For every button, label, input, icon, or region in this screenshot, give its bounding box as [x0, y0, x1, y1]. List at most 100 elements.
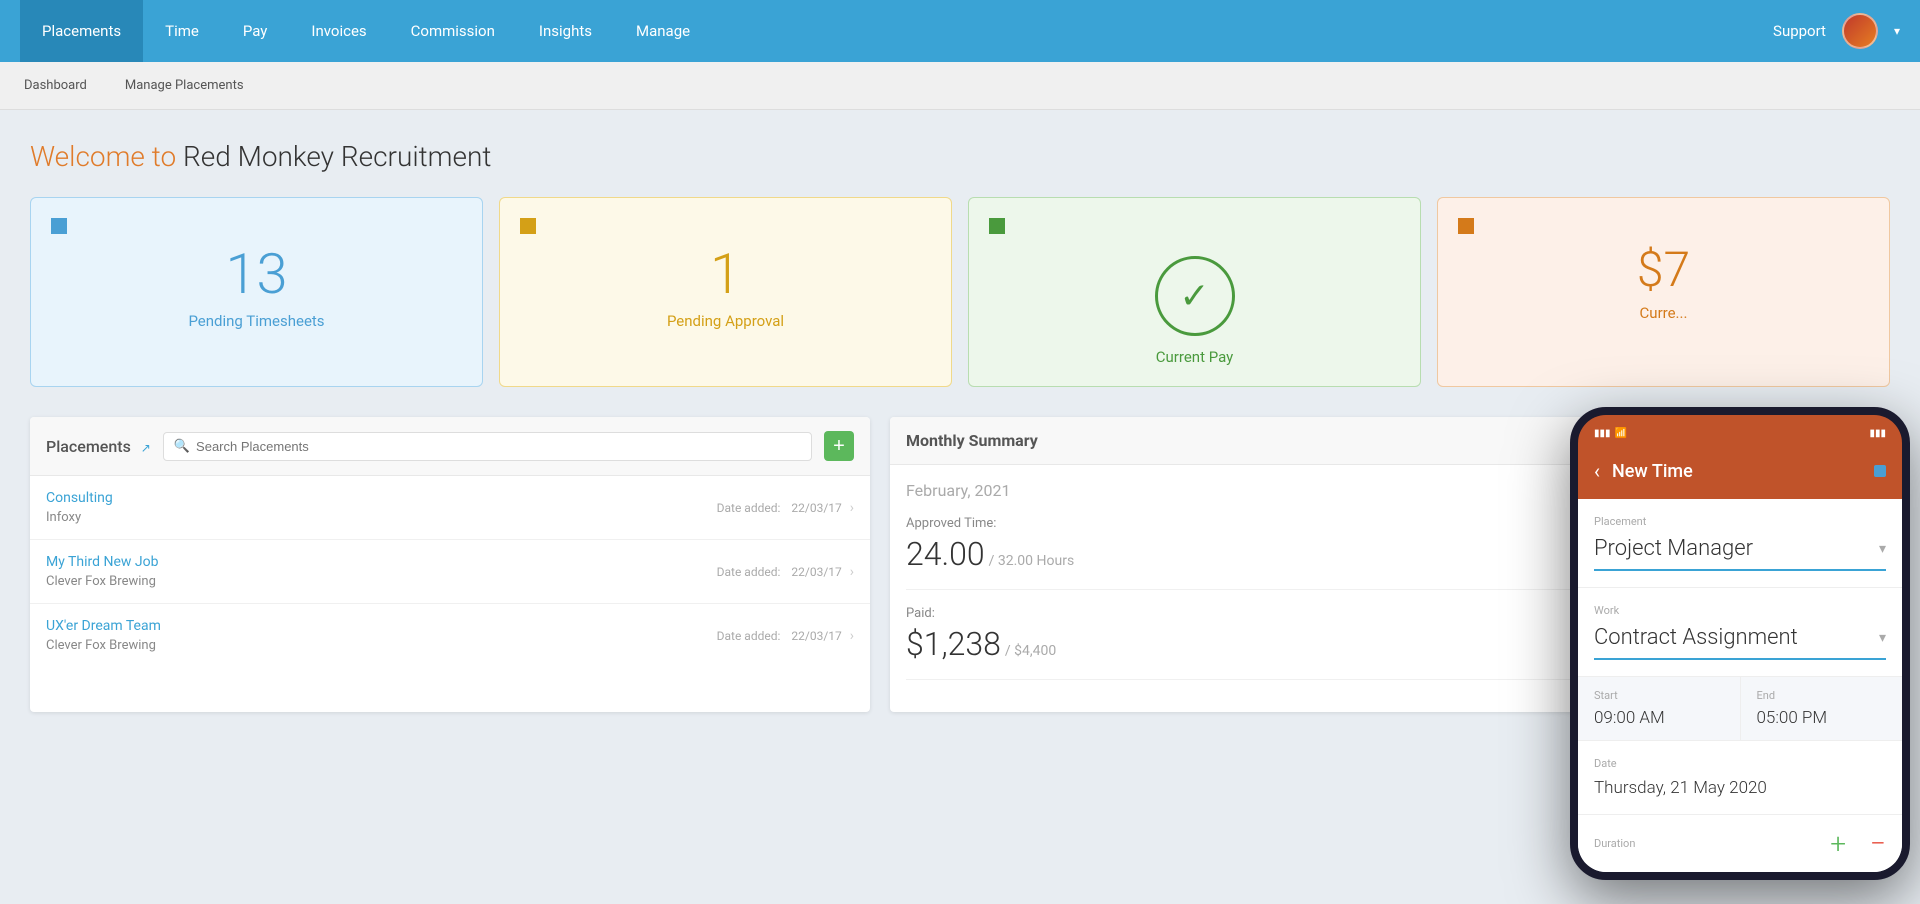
phone-start-label: Start [1594, 689, 1724, 702]
nav-item-commission[interactable]: Commission [389, 0, 517, 62]
phone-start-col: Start 09:00 AM [1578, 677, 1741, 741]
search-icon: 🔍 [174, 439, 190, 454]
nav-right: Support ▾ [1773, 13, 1900, 49]
phone-end-value[interactable]: 05:00 PM [1757, 708, 1887, 728]
nav-item-pay[interactable]: Pay [221, 0, 290, 62]
phone-placement-section: Placement Project Manager ▾ [1578, 499, 1902, 588]
welcome-org: Red Monkey Recruitment [176, 140, 491, 173]
phone-header: ‹ New Time [1578, 451, 1902, 499]
placement-row-inner: My Third New Job Clever Fox Brewing Date… [46, 554, 854, 589]
card-pending-approval-value: 1 [520, 246, 931, 302]
search-box: 🔍 [163, 432, 812, 461]
placements-panel: Placements ↗ 🔍 + Consulting Infoxy [30, 417, 870, 712]
card-pending-timesheets-label: Pending Timesheets [51, 312, 462, 330]
welcome-accent: Welcome to [30, 140, 176, 173]
placement-company-consulting: Infoxy [46, 510, 113, 525]
avatar-caret-icon: ▾ [1894, 24, 1900, 38]
placement-company-third: Clever Fox Brewing [46, 574, 158, 589]
card-blue-indicator [51, 218, 67, 234]
phone-header-indicator [1874, 465, 1886, 477]
search-input[interactable] [196, 439, 801, 454]
nav-item-placements[interactable]: Placements [20, 0, 143, 62]
card-pending-timesheets[interactable]: 13 Pending Timesheets [30, 197, 483, 387]
nav-item-time[interactable]: Time [143, 0, 221, 62]
support-link[interactable]: Support [1773, 22, 1826, 40]
placement-date-third: Date added: 22/03/17 [717, 565, 842, 579]
placement-row: Consulting Infoxy Date added: 22/03/17 › [30, 476, 870, 540]
nav-item-manage[interactable]: Manage [614, 0, 712, 62]
placement-name-ux[interactable]: UX'er Dream Team [46, 618, 161, 634]
phone-signal-icon: ▮▮▮ 📶 [1594, 428, 1627, 439]
phone-battery-icon: ▮▮▮ [1869, 428, 1886, 439]
phone-body: Placement Project Manager ▾ Work Contrac… [1578, 499, 1902, 872]
placement-name-consulting[interactable]: Consulting [46, 490, 113, 506]
phone-end-col: End 05:00 PM [1741, 677, 1903, 741]
phone-duration-controls: + − [1830, 827, 1886, 860]
placement-row: UX'er Dream Team Clever Fox Brewing Date… [30, 604, 870, 667]
card-yellow-indicator [520, 218, 536, 234]
sub-navigation: Dashboard Manage Placements [0, 62, 1920, 110]
phone-work-label: Work [1594, 604, 1886, 617]
placement-info: Consulting Infoxy [46, 490, 113, 525]
placement-row: My Third New Job Clever Fox Brewing Date… [30, 540, 870, 604]
phone-work-caret-icon: ▾ [1879, 630, 1886, 646]
card-current-pay[interactable]: ✓ Current Pay [968, 197, 1421, 387]
paid-value: $1,238 [906, 625, 1001, 663]
placement-company-ux: Clever Fox Brewing [46, 638, 161, 653]
welcome-title: Welcome to Red Monkey Recruitment [30, 140, 1890, 173]
phone-date-value[interactable]: Thursday, 21 May 2020 [1594, 778, 1886, 798]
phone-duration-row: Duration + − [1578, 815, 1902, 872]
placement-date-ux: Date added: 22/03/17 [717, 629, 842, 643]
phone-work-section: Work Contract Assignment ▾ [1578, 588, 1902, 677]
placements-panel-header: Placements ↗ 🔍 + [30, 417, 870, 476]
monthly-summary-title: Monthly Summary [906, 431, 1038, 450]
add-placement-button[interactable]: + [824, 431, 854, 461]
sub-nav-manage-placements[interactable]: Manage Placements [121, 62, 248, 110]
nav-item-invoices[interactable]: Invoices [289, 0, 388, 62]
placements-external-link-icon[interactable]: ↗ [141, 441, 151, 455]
phone-back-button[interactable]: ‹ [1594, 459, 1600, 483]
phone-status-bar: ▮▮▮ 📶 ▮▮▮ [1578, 415, 1902, 451]
placements-panel-title: Placements ↗ [46, 437, 151, 456]
phone-date-section: Date Thursday, 21 May 2020 [1578, 741, 1902, 815]
phone-work-value[interactable]: Contract Assignment ▾ [1594, 625, 1886, 660]
summary-cards: 13 Pending Timesheets 1 Pending Approval… [30, 197, 1890, 387]
placement-name-third[interactable]: My Third New Job [46, 554, 158, 570]
card-orange-label: Curre... [1458, 304, 1869, 322]
phone-placement-value[interactable]: Project Manager ▾ [1594, 536, 1886, 571]
placement-meta-row: Date added: 22/03/17 › [717, 628, 854, 644]
approved-time-total: / 32.00 Hours [989, 553, 1075, 569]
paid-total: / $4,400 [1005, 643, 1056, 659]
phone-screen-title: New Time [1612, 461, 1862, 482]
phone-duration-minus-button[interactable]: − [1870, 827, 1886, 860]
phone-start-value[interactable]: 09:00 AM [1594, 708, 1724, 728]
placement-date-consulting: Date added: 22/03/17 [717, 501, 842, 515]
phone-date-label: Date [1594, 757, 1886, 770]
placement-row-inner: UX'er Dream Team Clever Fox Brewing Date… [46, 618, 854, 653]
nav-item-insights[interactable]: Insights [517, 0, 614, 62]
phone-end-label: End [1757, 689, 1887, 702]
placement-info: My Third New Job Clever Fox Brewing [46, 554, 158, 589]
phone-overlay: ▮▮▮ 📶 ▮▮▮ ‹ New Time Placement Project M… [1570, 407, 1910, 880]
card-pending-approval-label: Pending Approval [520, 312, 931, 330]
card-orange-value: $7 [1458, 246, 1869, 294]
main-content: Welcome to Red Monkey Recruitment 13 Pen… [0, 110, 1920, 732]
phone-placement-caret-icon: ▾ [1879, 541, 1886, 557]
placement-row-inner: Consulting Infoxy Date added: 22/03/17 › [46, 490, 854, 525]
nav-items: Placements Time Pay Invoices Commission … [20, 0, 1773, 62]
phone-duration-plus-button[interactable]: + [1830, 827, 1846, 860]
card-pending-approval[interactable]: 1 Pending Approval [499, 197, 952, 387]
top-navigation: Placements Time Pay Invoices Commission … [0, 0, 1920, 62]
placement-chevron-icon: › [850, 564, 854, 580]
sub-nav-dashboard[interactable]: Dashboard [20, 62, 91, 110]
placement-chevron-icon: › [850, 500, 854, 516]
avatar[interactable] [1842, 13, 1878, 49]
placement-meta-row: Date added: 22/03/17 › [717, 564, 854, 580]
phone-time-row: Start 09:00 AM End 05:00 PM [1578, 677, 1902, 741]
phone-placement-label: Placement [1594, 515, 1886, 528]
placement-meta-row: Date added: 22/03/17 › [717, 500, 854, 516]
placement-info: UX'er Dream Team Clever Fox Brewing [46, 618, 161, 653]
phone-duration-label: Duration [1594, 837, 1635, 850]
card-orange-indicator [1458, 218, 1474, 234]
card-current-pay-2[interactable]: $7 Curre... [1437, 197, 1890, 387]
